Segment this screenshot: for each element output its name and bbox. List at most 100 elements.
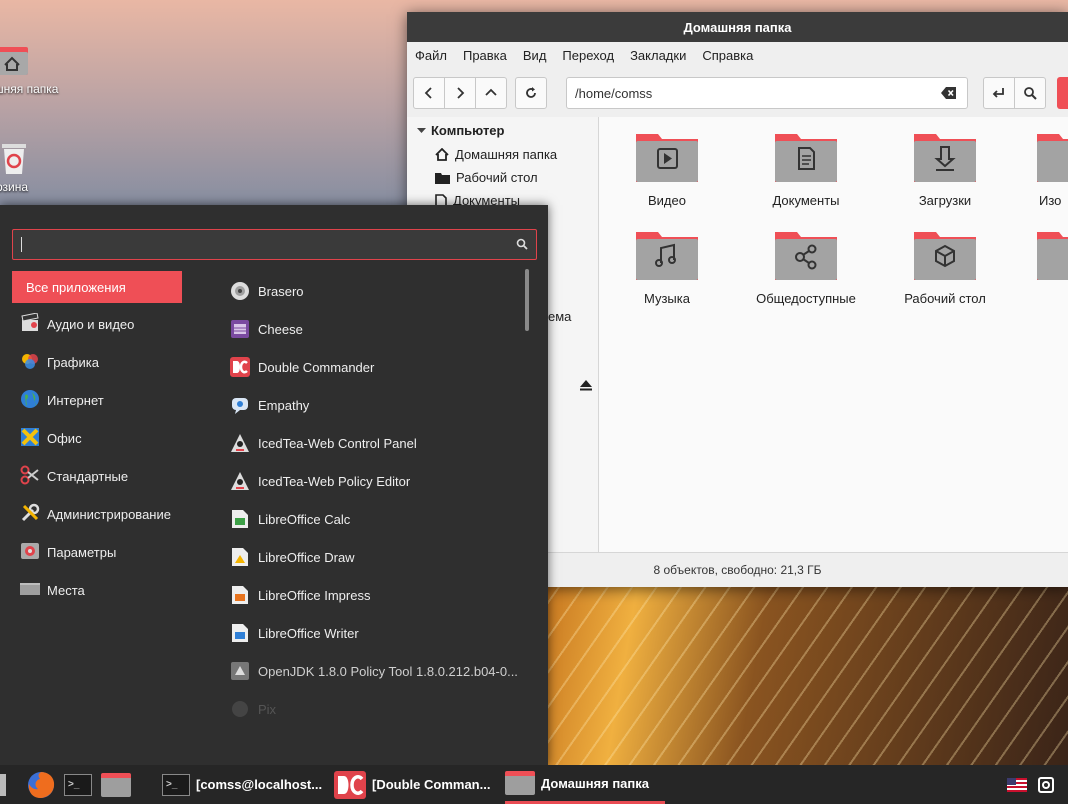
folder-icon <box>1037 232 1068 280</box>
category-all[interactable]: Все приложения <box>12 271 182 303</box>
location-toggle-icon <box>992 88 1004 98</box>
launcher-firefox[interactable] <box>26 765 56 804</box>
app-libreoffice-draw[interactable]: LibreOffice Draw <box>230 547 355 567</box>
places-folder-icon <box>20 582 40 599</box>
clipboard-tray-button[interactable] <box>1038 765 1054 804</box>
file-item-desktop[interactable]: Рабочий стол <box>895 230 995 306</box>
empathy-chat-icon <box>230 395 250 415</box>
window-title[interactable]: Домашняя папка <box>407 12 1068 42</box>
desktop-icon-trash-label: рзина <box>0 180 29 194</box>
file-item-video[interactable]: Видео <box>617 132 717 208</box>
launcher-files[interactable] <box>101 765 131 804</box>
menu-edit[interactable]: Правка <box>463 48 507 63</box>
address-bar[interactable]: /home/comss <box>566 77 968 109</box>
settings-icon <box>20 541 40 564</box>
app-libreoffice-impress[interactable]: LibreOffice Impress <box>230 585 370 605</box>
category-multimedia[interactable]: Аудио и видео <box>12 308 182 340</box>
category-places[interactable]: Места <box>12 574 182 606</box>
app-double-commander[interactable]: Double Commander <box>230 357 374 377</box>
sidebar-section-computer[interactable]: Компьютер <box>417 123 504 138</box>
reload-button[interactable] <box>515 77 547 109</box>
file-item-public[interactable]: Общедоступные <box>756 230 856 306</box>
application-menu: Все приложения Аудио и видео Графика Инт… <box>0 205 548 766</box>
view-mode-button[interactable] <box>1057 77 1068 109</box>
taskbar-item-terminal[interactable]: >_ [comss@localhost... <box>162 765 322 804</box>
app-libreoffice-writer[interactable]: LibreOffice Writer <box>230 623 359 643</box>
file-item-music[interactable]: Музыка <box>617 230 717 306</box>
clear-address-icon[interactable] <box>941 86 957 103</box>
video-folder-icon <box>636 134 698 182</box>
clipboard-icon <box>1038 776 1054 793</box>
file-item-documents[interactable]: Документы <box>756 132 856 208</box>
taskbar-item-double-commander[interactable]: [Double Comman... <box>334 765 490 804</box>
category-internet[interactable]: Интернет <box>12 384 182 416</box>
app-icedtea-control-panel[interactable]: IcedTea-Web Control Panel <box>230 433 417 453</box>
sidebar-item-desktop[interactable]: Рабочий стол <box>435 170 538 185</box>
app-openjdk-policy-tool[interactable]: OpenJDK 1.8.0 Policy Tool 1.8.0.212.b04-… <box>230 661 518 681</box>
menu-launcher-button[interactable] <box>0 765 6 804</box>
file-item-partial[interactable] <box>1035 230 1068 291</box>
us-flag-icon <box>1007 777 1027 792</box>
address-text: /home/comss <box>575 85 653 101</box>
administration-tools-icon <box>20 503 40 526</box>
pix-image-icon <box>230 699 250 719</box>
internet-globe-icon <box>20 389 40 412</box>
public-folder-icon <box>775 232 837 280</box>
menu-bookmarks[interactable]: Закладки <box>630 48 686 63</box>
menu-file[interactable]: Файл <box>415 48 447 63</box>
icedtea-java-icon <box>230 471 250 491</box>
category-administration[interactable]: Администрирование <box>12 498 182 530</box>
app-icedtea-policy-editor[interactable]: IcedTea-Web Policy Editor <box>230 471 410 491</box>
taskbar-item-home-folder[interactable]: Домашняя папка <box>505 765 665 804</box>
sidebar-item-home[interactable]: Домашняя папка <box>435 147 557 162</box>
menu-view[interactable]: Вид <box>523 48 547 63</box>
app-libreoffice-calc[interactable]: LibreOffice Calc <box>230 509 350 529</box>
libreoffice-draw-icon <box>230 547 250 567</box>
eject-icon[interactable] <box>580 379 592 394</box>
menu-go[interactable]: Переход <box>562 48 614 63</box>
desktop-icon-home[interactable]: шняя папка <box>0 42 58 96</box>
category-graphics[interactable]: Графика <box>12 346 182 378</box>
app-pix[interactable]: Pix <box>230 699 276 719</box>
desktop-icon-trash[interactable]: рзина <box>0 140 32 194</box>
accessories-scissors-icon <box>20 465 40 488</box>
file-item-downloads[interactable]: Загрузки <box>895 132 995 208</box>
folder-icon <box>101 772 131 797</box>
up-button[interactable] <box>475 77 507 109</box>
keyboard-layout-indicator[interactable] <box>1007 765 1027 804</box>
cheese-camera-icon <box>230 319 250 339</box>
app-empathy[interactable]: Empathy <box>230 395 309 415</box>
firefox-icon <box>28 771 55 798</box>
menu-help[interactable]: Справка <box>702 48 753 63</box>
launcher-terminal[interactable]: >_ <box>64 765 92 804</box>
pictures-folder-icon <box>1037 134 1068 182</box>
app-list-scrollbar[interactable] <box>525 269 529 331</box>
graphics-icon <box>20 351 40 374</box>
back-button[interactable] <box>413 77 445 109</box>
app-search-input[interactable] <box>12 229 537 260</box>
trash-icon <box>0 140 32 176</box>
folder-icon <box>435 172 450 184</box>
sidebar-item-filesystem[interactable]: ема <box>548 309 571 324</box>
launcher-icon <box>0 773 6 796</box>
openjdk-icon <box>230 661 250 681</box>
downloads-folder-icon <box>914 134 976 182</box>
category-office[interactable]: Офис <box>12 422 182 454</box>
taskbar: >_ >_ [comss@localhost... [Double Comman… <box>0 765 1068 804</box>
desktop-folder-icon <box>914 232 976 280</box>
libreoffice-impress-icon <box>230 585 250 605</box>
triangle-down-icon <box>417 128 426 133</box>
category-accessories[interactable]: Стандартные <box>12 460 182 492</box>
desktop-icon-home-label: шняя папка <box>0 82 59 96</box>
app-brasero[interactable]: Brasero <box>230 281 304 301</box>
file-item-pictures[interactable]: Изо <box>1035 132 1068 208</box>
category-settings[interactable]: Параметры <box>12 536 182 568</box>
search-button[interactable] <box>1014 77 1046 109</box>
forward-button[interactable] <box>444 77 476 109</box>
reload-icon <box>526 87 536 98</box>
text-caret <box>21 237 22 252</box>
file-grid: Видео Документы Загрузки Изо Музыка Обще… <box>599 117 1068 553</box>
toggle-location-button[interactable] <box>983 77 1015 109</box>
libreoffice-calc-icon <box>230 509 250 529</box>
app-cheese[interactable]: Cheese <box>230 319 303 339</box>
